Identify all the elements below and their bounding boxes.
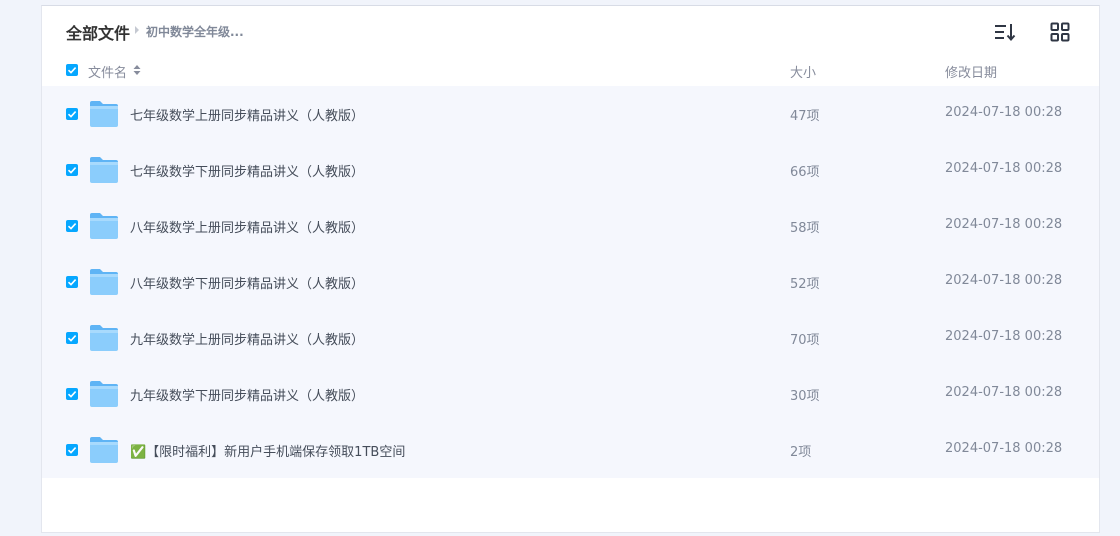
file-size: 66项 xyxy=(790,165,820,180)
file-checkbox[interactable] xyxy=(66,444,78,456)
file-list-header: 全部文件 初中数学全年级... xyxy=(42,6,1099,56)
folder-icon xyxy=(90,213,118,239)
grid-view-button[interactable] xyxy=(1048,20,1072,44)
file-row[interactable]: 七年级数学下册同步精品讲义（人教版） 66项 2024-07-18 00:28 xyxy=(42,142,1099,198)
file-name[interactable]: 九年级数学下册同步精品讲义（人教版） xyxy=(130,385,364,404)
file-size: 58项 xyxy=(790,221,820,236)
file-checkbox[interactable] xyxy=(66,164,78,176)
folder-icon xyxy=(90,101,118,127)
file-checkbox[interactable] xyxy=(66,220,78,232)
breadcrumb-separator-icon xyxy=(135,26,139,34)
file-checkbox[interactable] xyxy=(66,108,78,120)
file-name[interactable]: 九年级数学上册同步精品讲义（人教版） xyxy=(130,329,364,348)
file-name[interactable]: 七年级数学上册同步精品讲义（人教版） xyxy=(130,105,364,124)
column-header-date[interactable]: 修改日期 xyxy=(945,62,997,81)
file-name[interactable]: 七年级数学下册同步精品讲义（人教版） xyxy=(130,161,364,180)
file-row[interactable]: 八年级数学上册同步精品讲义（人教版） 58项 2024-07-18 00:28 xyxy=(42,198,1099,254)
file-date: 2024-07-18 00:28 xyxy=(945,105,1063,120)
sort-button[interactable] xyxy=(992,20,1016,44)
file-checkbox[interactable] xyxy=(66,388,78,400)
folder-icon xyxy=(90,269,118,295)
file-row[interactable]: 七年级数学上册同步精品讲义（人教版） 47项 2024-07-18 00:28 xyxy=(42,86,1099,142)
grid-view-icon xyxy=(1050,22,1070,42)
folder-icon xyxy=(90,437,118,463)
file-list: 七年级数学上册同步精品讲义（人教版） 47项 2024-07-18 00:28 七年级… xyxy=(42,86,1099,478)
file-date: 2024-07-18 00:28 xyxy=(945,385,1063,400)
sort-lines-icon xyxy=(995,24,1016,42)
file-row[interactable]: ✅【限时福利】新用户手机端保存领取1TB空间 2项 2024-07-18 00:28 xyxy=(42,422,1099,478)
check-icon xyxy=(67,67,77,74)
file-date: 2024-07-18 00:28 xyxy=(945,161,1063,176)
check-icon xyxy=(67,111,77,118)
file-checkbox[interactable] xyxy=(66,332,78,344)
file-name[interactable]: 八年级数学上册同步精品讲义（人教版） xyxy=(130,217,364,236)
file-date: 2024-07-18 00:28 xyxy=(945,329,1063,344)
file-size: 30项 xyxy=(790,389,820,404)
check-icon xyxy=(67,167,77,174)
check-icon xyxy=(67,335,77,342)
select-all-checkbox[interactable] xyxy=(66,64,78,76)
folder-icon xyxy=(90,157,118,183)
breadcrumb[interactable]: 初中数学全年级... xyxy=(146,23,244,40)
page-title[interactable]: 全部文件 xyxy=(66,20,130,44)
file-size: 47项 xyxy=(790,109,820,124)
column-header-size[interactable]: 大小 xyxy=(790,62,816,81)
file-checkbox[interactable] xyxy=(66,276,78,288)
column-header: 文件名 大小 修改日期 xyxy=(42,58,1099,88)
column-header-name[interactable]: 文件名 xyxy=(88,62,127,81)
check-icon xyxy=(67,391,77,398)
folder-icon xyxy=(90,325,118,351)
file-size: 52项 xyxy=(790,277,820,292)
check-icon xyxy=(67,447,77,454)
file-date: 2024-07-18 00:28 xyxy=(945,273,1063,288)
file-name[interactable]: ✅【限时福利】新用户手机端保存领取1TB空间 xyxy=(130,441,405,460)
file-size: 70项 xyxy=(790,333,820,348)
file-list-panel: 全部文件 初中数学全年级... 文件名 大小 修改日期 七年级数学上册同步精品讲… xyxy=(41,5,1100,533)
file-row[interactable]: 九年级数学下册同步精品讲义（人教版） 30项 2024-07-18 00:28 xyxy=(42,366,1099,422)
sort-arrows-icon[interactable] xyxy=(133,64,141,76)
check-icon xyxy=(67,279,77,286)
file-size: 2项 xyxy=(790,445,812,460)
file-row[interactable]: 八年级数学下册同步精品讲义（人教版） 52项 2024-07-18 00:28 xyxy=(42,254,1099,310)
file-row[interactable]: 九年级数学上册同步精品讲义（人教版） 70项 2024-07-18 00:28 xyxy=(42,310,1099,366)
file-name[interactable]: 八年级数学下册同步精品讲义（人教版） xyxy=(130,273,364,292)
check-icon xyxy=(67,223,77,230)
file-date: 2024-07-18 00:28 xyxy=(945,441,1063,456)
file-date: 2024-07-18 00:28 xyxy=(945,217,1063,232)
folder-icon xyxy=(90,381,118,407)
